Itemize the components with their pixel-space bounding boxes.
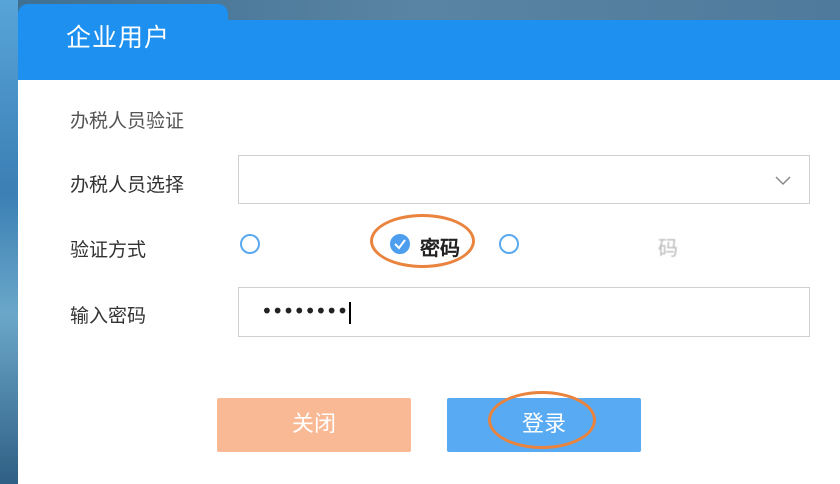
tab-title: 企业用户 — [66, 23, 171, 52]
section-title: 办税人员验证 — [70, 110, 185, 132]
radio-option-3[interactable] — [499, 234, 519, 254]
password-label: 输入密码 — [70, 305, 147, 327]
radio-option-3-label: 码 — [658, 236, 678, 260]
annotation-circle-password — [370, 214, 475, 268]
password-input[interactable]: •••••••• — [238, 287, 810, 337]
background-left — [0, 0, 18, 484]
password-value: •••••••• — [261, 299, 352, 324]
form-panel — [18, 80, 840, 484]
person-select-label: 办税人员选择 — [70, 174, 185, 196]
person-select[interactable] — [238, 155, 810, 204]
chevron-down-icon — [775, 176, 791, 186]
method-label: 验证方式 — [70, 239, 147, 261]
tab-slope — [206, 20, 232, 47]
radio-option-1[interactable] — [240, 234, 260, 254]
close-button[interactable]: 关闭 — [217, 398, 411, 452]
tab-enterprise-user[interactable]: 企业用户 — [18, 4, 228, 80]
annotation-circle-login — [488, 391, 596, 449]
